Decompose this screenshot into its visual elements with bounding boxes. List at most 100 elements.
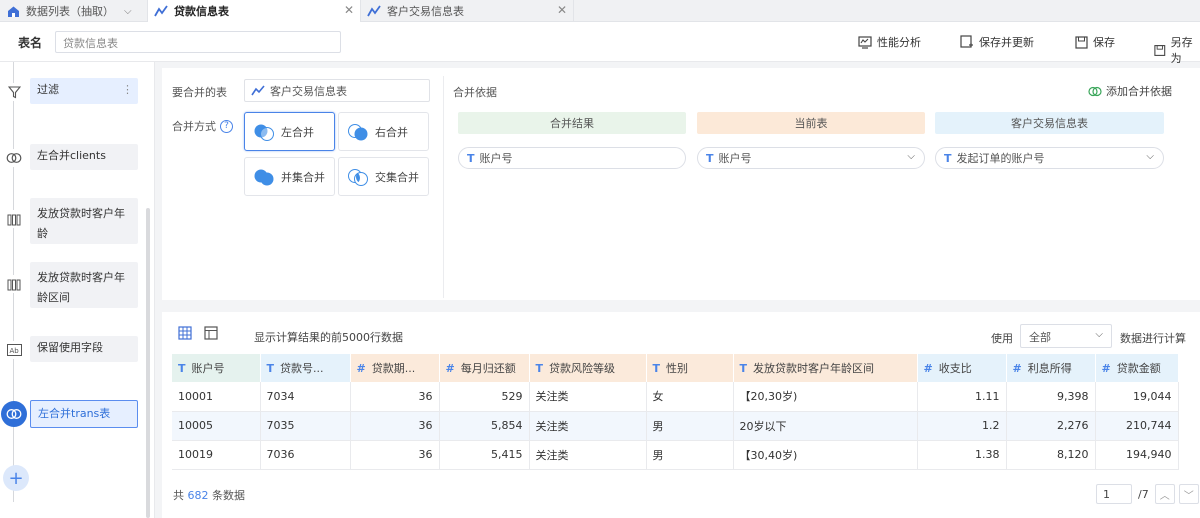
- basis-header-current: 当前表: [697, 112, 925, 134]
- more-icon[interactable]: ⋮: [122, 80, 133, 100]
- chevron-down-icon[interactable]: ⌵: [124, 6, 132, 17]
- prev-page-button[interactable]: ︿: [1154, 484, 1175, 504]
- table-cell: 7036: [260, 440, 351, 470]
- column-header[interactable]: # 收支比: [917, 354, 1007, 382]
- column-header[interactable]: T 贷款号...: [260, 354, 351, 382]
- save-icon: [1075, 35, 1088, 49]
- right-join-option[interactable]: 右合并: [338, 112, 429, 151]
- join-option-label: 左合并: [281, 125, 314, 139]
- svg-text:Ab: Ab: [9, 347, 19, 355]
- step-label: 左合并clients: [37, 149, 106, 162]
- other-field-select[interactable]: T 发起订单的账户号 ⌵: [935, 147, 1164, 169]
- card-view-icon[interactable]: [204, 326, 218, 343]
- next-page-button[interactable]: ﹀: [1178, 484, 1199, 504]
- text-type-icon: T: [467, 151, 475, 165]
- column-header[interactable]: T 发放贷款时客户年龄区间: [733, 354, 918, 382]
- save-button[interactable]: 保存: [1075, 34, 1115, 50]
- step-label: 发放贷款时客户年龄: [37, 207, 125, 240]
- column-header[interactable]: T 账户号: [172, 354, 261, 382]
- step-card[interactable]: 左合并trans表: [30, 400, 138, 428]
- text-type-icon: T: [266, 362, 275, 375]
- table-cell: 【30,40岁): [733, 440, 918, 470]
- table-cell: 194,940: [1095, 440, 1179, 470]
- column-header[interactable]: # 贷款期...: [350, 354, 440, 382]
- column-label: 发放贷款时客户年龄区间: [753, 362, 875, 375]
- action-label: 保存: [1093, 36, 1115, 49]
- action-label: 性能分析: [877, 36, 921, 49]
- tab-data-list[interactable]: 数据列表（抽取） ⌵: [0, 0, 148, 22]
- text-type-icon: T: [178, 362, 186, 375]
- intersect-join-icon: [348, 168, 368, 186]
- table-cell: 36: [350, 382, 440, 412]
- step-card[interactable]: 保留使用字段: [30, 336, 138, 362]
- tab-label: 客户交易信息表: [387, 5, 464, 18]
- help-icon[interactable]: ?: [220, 119, 233, 133]
- tab-loan-info[interactable]: 贷款信息表 ✕: [148, 0, 361, 22]
- tab-bar: 数据列表（抽取） ⌵ 贷款信息表 ✕ 客户交易信息表 ✕: [0, 0, 1200, 22]
- number-type-icon: #: [445, 362, 455, 375]
- save-as-button[interactable]: 另存为: [1154, 34, 1200, 66]
- table-name-label: 表名: [18, 36, 43, 50]
- table-cell: 10019: [172, 440, 261, 470]
- text-type-icon: T: [652, 362, 661, 375]
- tab-customer-transactions[interactable]: 客户交易信息表 ✕: [361, 0, 574, 22]
- left-join-option[interactable]: 左合并: [244, 112, 335, 151]
- table-header-row: T 账户号 T 贷款号... # 贷款期... # 每月归还额 T 贷款风险等级 T 性别 …: [172, 354, 1179, 382]
- page-total: /7: [1138, 487, 1149, 501]
- table-cell: 529: [439, 382, 530, 412]
- step-card[interactable]: 左合并clients: [30, 144, 138, 170]
- close-icon[interactable]: ✕: [344, 3, 354, 17]
- row-scope-select[interactable]: 全部 ⌵: [1020, 324, 1112, 348]
- column-header[interactable]: T 性别: [646, 354, 734, 382]
- intersect-join-option[interactable]: 交集合并: [338, 157, 429, 196]
- column-label: 贷款金额: [1116, 362, 1161, 375]
- performance-analysis-button[interactable]: 性能分析: [858, 34, 921, 50]
- step-card[interactable]: 发放贷款时客户年龄: [30, 198, 138, 244]
- column-header[interactable]: # 贷款金额: [1095, 354, 1179, 382]
- page-input[interactable]: 1: [1096, 484, 1132, 504]
- table-cell: 关注类: [529, 440, 647, 470]
- merge-table-select[interactable]: 客户交易信息表: [244, 79, 430, 102]
- merge-table-value: 客户交易信息表: [270, 84, 347, 98]
- home-icon: [6, 4, 20, 18]
- result-field-input[interactable]: T 账户号: [458, 147, 686, 169]
- column-header[interactable]: # 利息所得: [1006, 354, 1096, 382]
- merge-config-panel: 要合并的表 客户交易信息表 合并方式 ? 左合并 右合并 并集合并 交集合并 合…: [162, 68, 1200, 300]
- calc-label: 数据进行计算: [1120, 332, 1186, 345]
- table-cell: 7035: [260, 411, 351, 441]
- save-and-update-button[interactable]: 保存并更新: [960, 34, 1034, 50]
- column-header[interactable]: T 贷款风险等级: [529, 354, 647, 382]
- results-panel: 显示计算结果的前5000行数据 使用 全部 ⌵ 数据进行计算 T 账户号 T 贷款号…: [162, 312, 1200, 518]
- text-type-icon: T: [739, 362, 748, 375]
- add-merge-basis-button[interactable]: 添加合并依据: [1088, 83, 1172, 99]
- chart-line-icon: [367, 4, 381, 18]
- join-option-label: 交集合并: [375, 170, 419, 184]
- union-join-option[interactable]: 并集合并: [244, 157, 335, 196]
- table-cell: 1.38: [917, 440, 1007, 470]
- table-row: 10001 7034 36 529 关注类 女 【20,30岁) 1.11 9,…: [172, 382, 1179, 412]
- chevron-down-icon: ⌵: [1095, 329, 1103, 340]
- chevron-down-icon: ⌵: [1146, 151, 1154, 162]
- step-card[interactable]: 过滤 ⋮: [30, 78, 138, 104]
- sidebar-scrollbar[interactable]: [146, 208, 150, 518]
- column-header[interactable]: # 每月归还额: [439, 354, 530, 382]
- number-type-icon: #: [1012, 362, 1022, 375]
- current-field-select[interactable]: T 账户号 ⌵: [697, 147, 925, 169]
- table-cell: 【20,30岁): [733, 382, 918, 412]
- table-name-input[interactable]: 贷款信息表: [55, 31, 341, 53]
- bar-columns-icon: [5, 275, 23, 293]
- add-basis-label: 添加合并依据: [1106, 85, 1172, 98]
- step-card[interactable]: 发放贷款时客户年龄区间: [30, 262, 138, 308]
- add-step-button[interactable]: +: [3, 465, 29, 491]
- right-join-icon: [348, 123, 368, 140]
- column-label: 贷款号...: [280, 362, 324, 375]
- grid-view-icon[interactable]: [178, 326, 192, 343]
- panel-divider: [443, 76, 444, 298]
- table-cell: 关注类: [529, 382, 647, 412]
- step-label: 发放贷款时客户年龄区间: [37, 271, 125, 304]
- join-icon: [1, 401, 27, 427]
- table-row: 10019 7036 36 5,415 关注类 男 【30,40岁) 1.38 …: [172, 440, 1179, 470]
- table-cell: 女: [646, 382, 734, 412]
- table-cell: 20岁以下: [733, 411, 918, 441]
- close-icon[interactable]: ✕: [557, 3, 567, 17]
